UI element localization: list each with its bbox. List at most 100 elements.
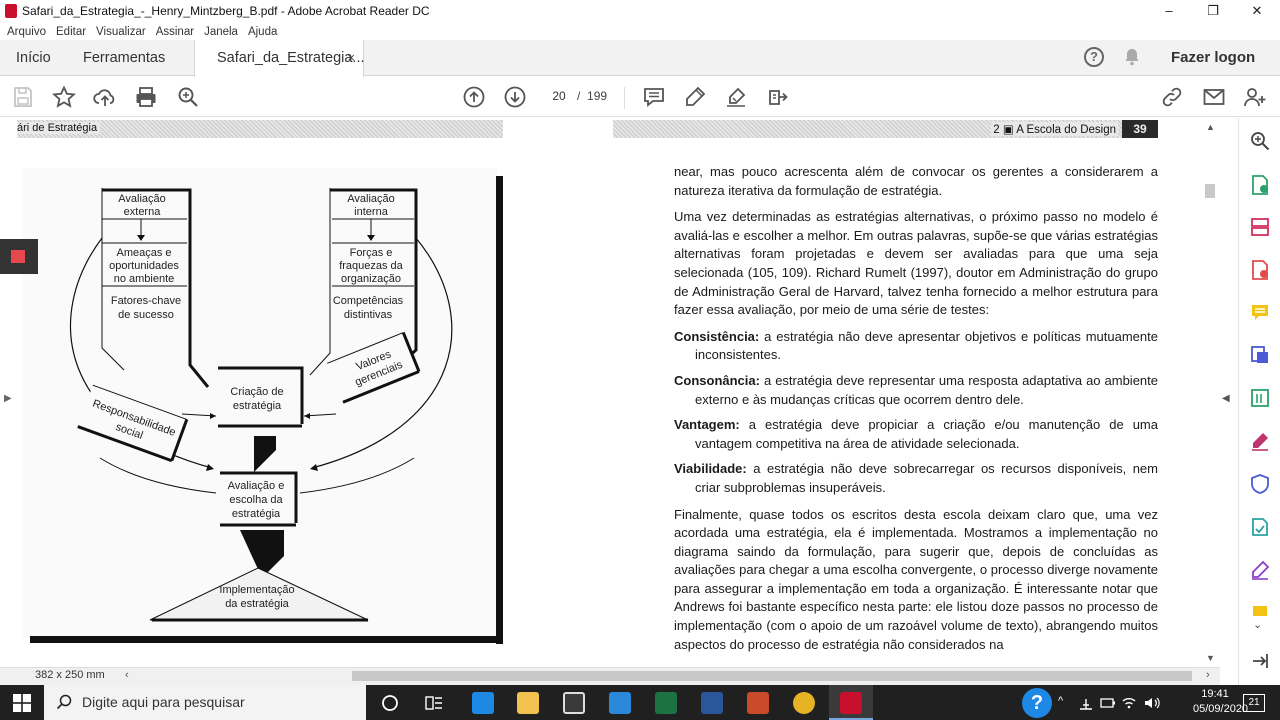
tab-close-icon[interactable]: × xyxy=(347,40,355,76)
test-term: Consonância: xyxy=(674,372,760,388)
taskbar-search[interactable]: Digite aqui para pesquisar xyxy=(44,685,366,720)
left-panel-toggle-icon[interactable]: ▶ xyxy=(4,393,12,404)
right-panel-collapse-icon[interactable]: ◀ xyxy=(1222,393,1230,404)
chrome-icon[interactable] xyxy=(793,692,815,714)
windows-start-icon[interactable] xyxy=(13,694,31,712)
combine-files-icon[interactable] xyxy=(1249,344,1271,366)
bookmark-star-icon[interactable] xyxy=(52,85,76,109)
notifications-icon[interactable]: 21 xyxy=(1243,694,1265,712)
cortana-icon[interactable] xyxy=(381,694,399,712)
print-icon[interactable] xyxy=(134,85,158,109)
comment-icon[interactable] xyxy=(642,85,666,109)
help-taskbar-icon[interactable]: ? xyxy=(1022,688,1052,718)
bell-icon[interactable] xyxy=(1124,48,1140,66)
paragraph-2: Uma vez determinadas as estratégias alte… xyxy=(674,209,1158,318)
menu-bar: Arquivo Editar Visualizar Assinar Janela Ajud… xyxy=(0,22,1280,40)
scroll-down-icon[interactable]: ▼ xyxy=(1206,653,1215,663)
zoom-icon[interactable] xyxy=(1249,130,1271,152)
menu-ajuda[interactable]: Ajuda xyxy=(248,23,277,41)
tab-tools[interactable]: Ferramentas xyxy=(83,40,165,76)
protect-shield-icon[interactable] xyxy=(1249,473,1271,495)
chapter-title: 2 ▣ A Escola do Design xyxy=(991,122,1118,136)
panel-expand-icon[interactable] xyxy=(1249,650,1271,672)
page-size-label: 382 x 250 mm xyxy=(35,669,105,681)
competencies-line-1: Competências xyxy=(333,295,404,307)
test-term: Consistência: xyxy=(674,328,760,344)
battery-icon[interactable] xyxy=(1100,696,1116,710)
scroll-left-icon[interactable]: ‹ xyxy=(125,669,129,681)
previous-page-icon[interactable] xyxy=(462,85,486,109)
competencies-line-2: distintivas xyxy=(344,309,393,321)
zoom-search-icon[interactable] xyxy=(176,85,200,109)
menu-assinar[interactable]: Assinar xyxy=(156,23,194,41)
network-icon[interactable] xyxy=(1078,695,1094,711)
evaluation-line-1: Avaliação e xyxy=(228,480,285,492)
eval-internal-line-1: Avaliação xyxy=(347,193,395,205)
edit-pdf-icon[interactable] xyxy=(1249,387,1271,409)
left-running-head-text: ári de Estratégia xyxy=(17,122,101,134)
fill-sign-icon[interactable] xyxy=(1249,430,1271,452)
page-number-input[interactable]: 20 xyxy=(545,85,573,107)
menu-janela[interactable]: Janela xyxy=(204,23,238,41)
email-icon[interactable] xyxy=(1202,85,1226,109)
save-icon[interactable] xyxy=(11,85,35,109)
scroll-thumb[interactable] xyxy=(1205,184,1215,198)
wifi-icon[interactable] xyxy=(1121,695,1137,711)
tab-document-label: Safari_da_Estrategia... xyxy=(217,50,365,66)
task-view-icon[interactable] xyxy=(424,694,444,712)
sign-tool-icon[interactable] xyxy=(1249,559,1271,581)
horizontal-scroll-thumb[interactable] xyxy=(352,671,1192,681)
sign-pen-icon[interactable] xyxy=(724,85,748,109)
add-user-icon[interactable] xyxy=(1243,85,1267,109)
menu-editar[interactable]: Editar xyxy=(56,23,86,41)
clock[interactable]: 19:41 05/09/2020 xyxy=(1193,687,1248,717)
tab-document[interactable]: Safari_da_Estrategia... × xyxy=(194,40,365,77)
horizontal-scrollbar[interactable]: ‹ › xyxy=(0,667,1220,685)
mail-icon[interactable] xyxy=(609,692,631,714)
comment-tool-icon[interactable] xyxy=(1249,302,1271,324)
scroll-right-icon[interactable]: › xyxy=(1206,669,1210,681)
test-term: Vantagem: xyxy=(674,417,740,433)
send-for-review-icon[interactable] xyxy=(1249,516,1271,538)
edge-icon[interactable] xyxy=(472,692,494,714)
right-running-head: 2 ▣ A Escola do Design 39 xyxy=(613,120,1158,138)
maximize-button[interactable]: ❐ xyxy=(1190,0,1236,22)
total-pages: 199 xyxy=(587,89,608,103)
next-page-icon[interactable] xyxy=(503,85,527,109)
book-page-number: 39 xyxy=(1122,120,1158,138)
create-pdf-icon[interactable] xyxy=(1249,259,1271,281)
acrobat-taskbar-button[interactable] xyxy=(829,685,873,720)
tray-chevron-icon[interactable]: ^ xyxy=(1058,695,1063,707)
tab-bar: Início Ferramentas Safari_da_Estrategia.… xyxy=(0,40,1280,77)
panel-scroll-down-icon[interactable]: ⌄ xyxy=(1253,618,1262,631)
attach-link-icon[interactable] xyxy=(1160,85,1184,109)
file-explorer-icon[interactable] xyxy=(517,692,539,714)
creation-line-2: estratégia xyxy=(233,400,282,412)
menu-arquivo[interactable]: Arquivo xyxy=(7,23,46,41)
login-button[interactable]: Fazer logon xyxy=(1171,40,1255,76)
page-count: / 199 xyxy=(577,85,607,107)
highlight-pen-icon[interactable] xyxy=(683,85,707,109)
stop-recording-button[interactable] xyxy=(0,239,38,274)
menu-visualizar[interactable]: Visualizar xyxy=(96,23,146,41)
minimize-button[interactable]: – xyxy=(1146,0,1192,22)
close-window-button[interactable]: ✕ xyxy=(1234,0,1280,22)
word-icon[interactable] xyxy=(701,692,723,714)
upload-cloud-icon[interactable] xyxy=(93,85,117,109)
vertical-scrollbar[interactable]: ▲ ▼ xyxy=(1200,118,1220,667)
volume-icon[interactable] xyxy=(1143,695,1161,711)
organize-pages-icon[interactable] xyxy=(1249,216,1271,238)
powerpoint-icon[interactable] xyxy=(747,692,769,714)
excel-icon[interactable] xyxy=(655,692,677,714)
tab-home[interactable]: Início xyxy=(16,40,51,76)
help-icon[interactable]: ? xyxy=(1084,47,1104,67)
evaluation-line-2: escolha da xyxy=(229,494,283,506)
eval-external-line-2: externa xyxy=(124,206,162,218)
share-link-icon[interactable] xyxy=(766,85,790,109)
toolbar-divider xyxy=(624,87,625,109)
store-icon[interactable] xyxy=(563,692,585,714)
export-pdf-icon[interactable] xyxy=(1249,174,1271,196)
test-text: a estratégia não deve sobrecarregar os r… xyxy=(695,461,1158,495)
left-running-head: ári de Estratégia xyxy=(17,120,503,138)
scroll-up-icon[interactable]: ▲ xyxy=(1206,122,1215,132)
